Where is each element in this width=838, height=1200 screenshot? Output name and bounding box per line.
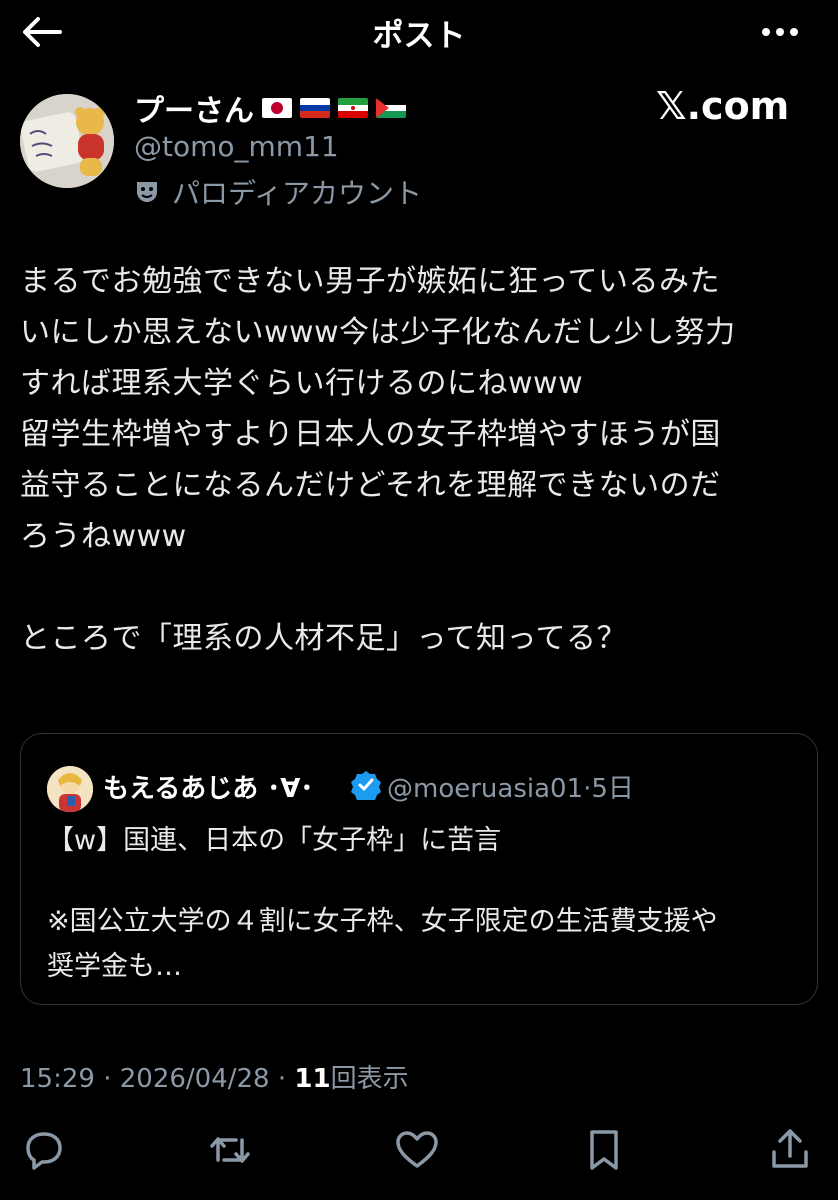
page-title: ポスト: [372, 18, 466, 54]
post-text-line: すれば理系大学ぐらい行けるのにねwww: [20, 366, 584, 401]
x-com-watermark: 𝕏.com: [656, 84, 790, 128]
quoted-post-card[interactable]: もえるあじあ ･∀･ @moeruasia01·5日 【w】国連、日本の「女子枠…: [20, 733, 818, 1005]
quoted-post-line: ※国公立大学の４割に女子枠、女子限定の生活費支援や: [47, 906, 718, 937]
separator-dot: ·: [277, 1064, 287, 1094]
repost-icon: [210, 1137, 250, 1163]
post-text: まるでお勉強できない男子が嫉妬に狂っているみた いにしか思えないwww今は少子化…: [20, 256, 820, 664]
post-text-line: ろうねwww: [20, 519, 187, 554]
theater-mask-icon: [137, 182, 157, 202]
avatar-image: [20, 94, 114, 188]
quoted-post-body: ※国公立大学の４割に女子枠、女子限定の生活費支援や 奨学金も…: [47, 899, 807, 989]
quoted-post-time: 5日: [591, 774, 634, 804]
more-options-button[interactable]: [752, 12, 808, 52]
reply-button[interactable]: [20, 1126, 68, 1174]
top-bar: ポスト: [0, 0, 838, 64]
quoted-author-name: もえるあじあ ･∀･: [103, 774, 314, 804]
palestine-flag-icon: [376, 98, 406, 118]
author-handle[interactable]: @tomo_mm11: [134, 130, 339, 163]
reply-icon: [26, 1132, 62, 1170]
action-bar: [0, 1120, 838, 1180]
more-dots-icon: [762, 28, 798, 36]
view-count-label: 回表示: [330, 1064, 409, 1094]
bookmark-button[interactable]: [580, 1126, 628, 1174]
post-meta: 15:29 · 2026/04/28 · 11回表示: [20, 1058, 409, 1095]
post-text-line: まるでお勉強できない男子が嫉妬に狂っているみた: [20, 264, 720, 299]
iran-flag-icon: [338, 98, 368, 118]
share-button[interactable]: [766, 1126, 814, 1174]
repost-button[interactable]: [206, 1126, 254, 1174]
quoted-author-handle: @moeruasia01: [387, 774, 584, 804]
avatar-image: [47, 766, 93, 812]
post-text-line: ところで「理系の人材不足」って知ってる？: [20, 621, 627, 656]
author-display-name[interactable]: プーさん: [134, 86, 406, 130]
flag-emojis: [262, 98, 406, 118]
separator-dot: ·: [103, 1064, 112, 1094]
quoted-post-headline: 【w】国連、日本の「女子枠」に苦言: [47, 825, 502, 856]
verified-badge-icon: [351, 771, 381, 800]
share-icon: [772, 1129, 808, 1168]
bookmark-icon: [590, 1130, 618, 1170]
post-text-line: [20, 562, 820, 613]
author-avatar[interactable]: [20, 94, 114, 188]
like-button[interactable]: [393, 1126, 441, 1174]
author-name-text: プーさん: [134, 94, 254, 129]
post-text-line: いにしか思えないwww今は少子化なんだし少し努力: [20, 315, 736, 350]
parody-label-text: パロディアカウント: [172, 177, 423, 210]
view-count: 11: [294, 1064, 331, 1094]
quoted-author-meta: @moeruasia01·5日: [387, 768, 634, 805]
post-date: 2026/04/28: [119, 1064, 270, 1094]
quoted-author-avatar: [47, 766, 93, 812]
parody-account-label: パロディアカウント: [134, 172, 422, 212]
quoted-post-line: 奨学金も…: [47, 951, 182, 982]
post-time: 15:29: [20, 1064, 95, 1094]
post-text-line: 留学生枠増やすより日本人の女子枠増やすほうが国: [20, 417, 721, 452]
japan-flag-icon: [262, 98, 292, 118]
post-text-line: 益守ることになるんだけどそれを理解できないのだ: [20, 468, 721, 503]
russia-flag-icon: [300, 98, 330, 118]
heart-icon: [396, 1131, 438, 1168]
